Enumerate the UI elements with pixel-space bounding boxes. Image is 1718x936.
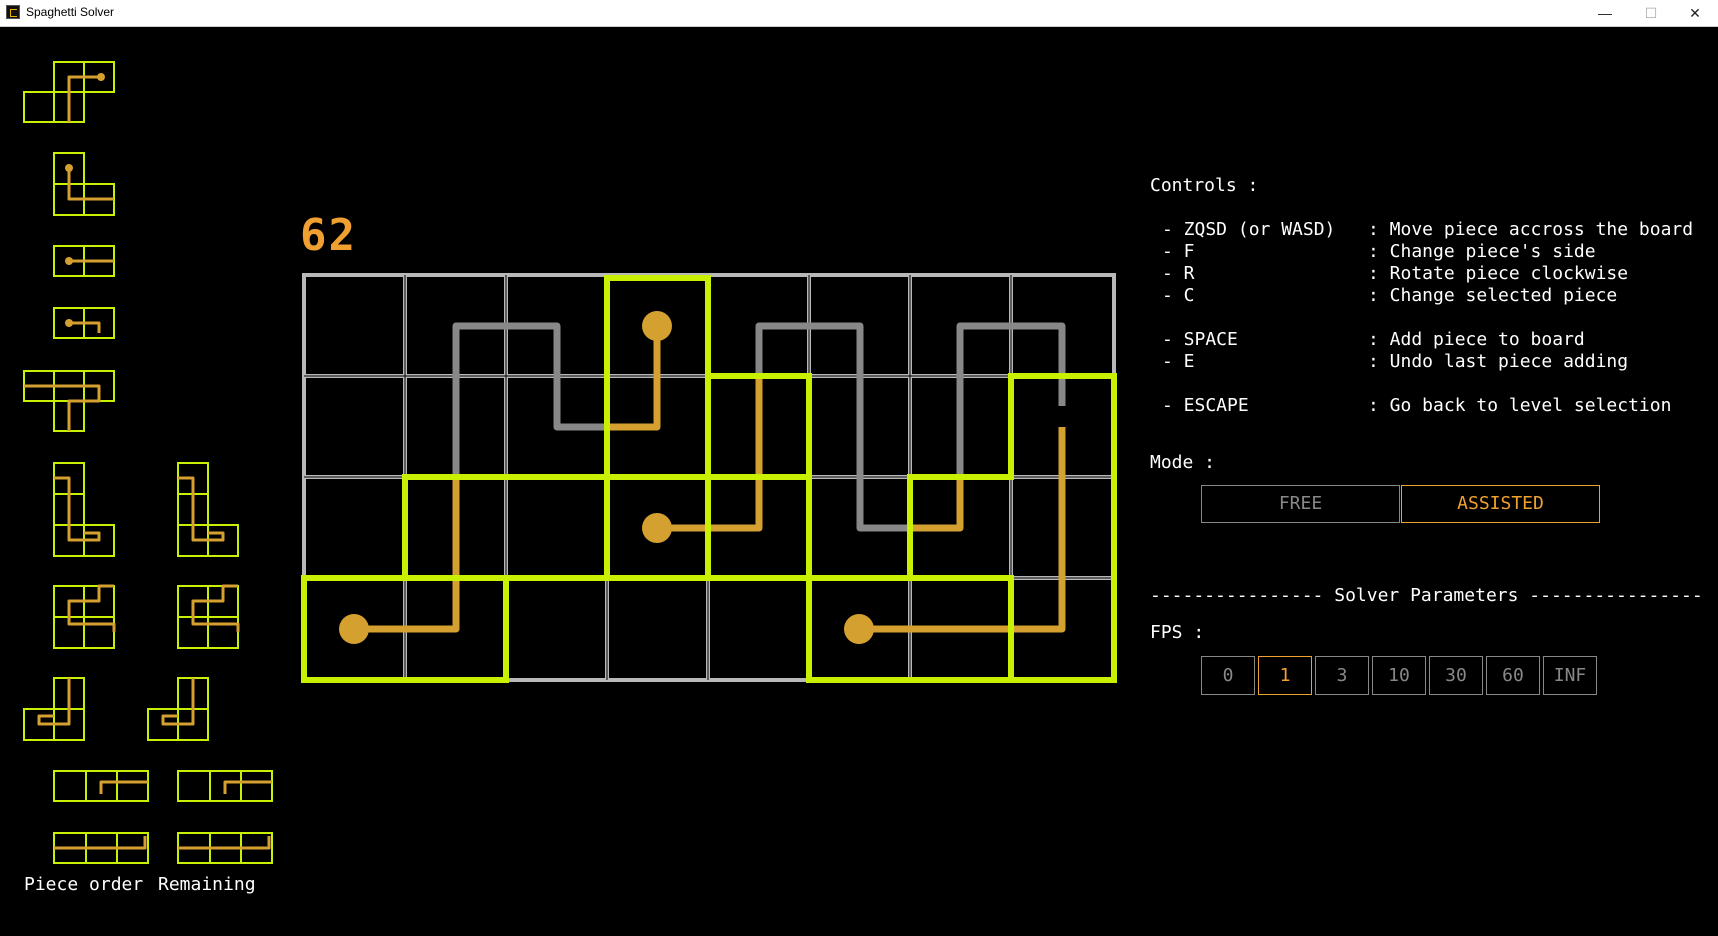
fps-option-10[interactable]: 10 [1372,656,1426,695]
title-bar: Spaghetti Solver — ☐ ✕ [0,0,1718,27]
mode-free-button[interactable]: FREE [1201,485,1400,523]
fps-option-60[interactable]: 60 [1486,656,1540,695]
mode-assisted-button[interactable]: ASSISTED [1401,485,1600,523]
control-key: - F [1162,241,1195,262]
control-key: - SPACE [1162,329,1238,350]
control-desc: : Go back to level selection [1368,395,1672,416]
control-key: - R [1162,263,1195,284]
fps-label: FPS : [1150,622,1205,643]
mode-label: Mode : [1150,452,1216,473]
fps-option-1[interactable]: 1 [1258,656,1312,695]
control-desc: : Change piece's side [1368,241,1596,262]
maximize-button[interactable]: ☐ [1628,0,1674,26]
app-icon [6,5,20,19]
control-key: - E [1162,351,1195,372]
fps-option-3[interactable]: 3 [1315,656,1369,695]
fps-option-inf[interactable]: INF [1543,656,1597,695]
solver-parameters-header: ---------------- Solver Parameters -----… [1150,585,1703,606]
close-button[interactable]: ✕ [1672,0,1718,26]
control-key: - ESCAPE [1162,395,1249,416]
window-title: Spaghetti Solver [26,5,115,19]
remaining-label: Remaining [158,874,256,895]
control-desc: : Move piece accross the board [1368,219,1694,240]
minimize-button[interactable]: — [1582,0,1628,26]
controls-header: Controls : [1150,175,1259,196]
piece-order-label: Piece order [24,874,144,895]
control-desc: : Undo last piece adding [1368,351,1629,372]
control-desc: : Rotate piece clockwise [1368,263,1629,284]
game-board[interactable] [0,26,1130,726]
control-key: - ZQSD (or WASD) [1162,219,1336,240]
control-key: - C [1162,285,1195,306]
fps-option-0[interactable]: 0 [1201,656,1255,695]
fps-option-30[interactable]: 30 [1429,656,1483,695]
control-desc: : Change selected piece [1368,285,1618,306]
control-desc: : Add piece to board [1368,329,1585,350]
